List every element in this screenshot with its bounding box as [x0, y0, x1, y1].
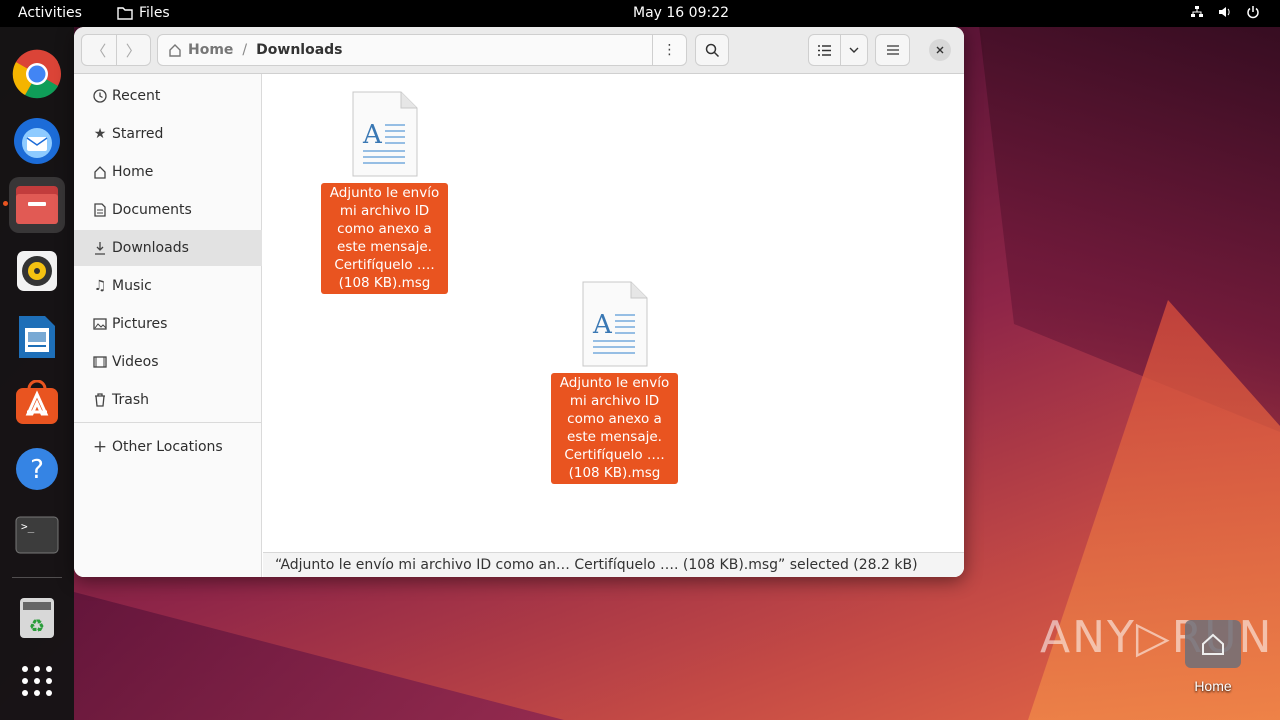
sidebar-item-trash[interactable]: Trash [74, 382, 262, 418]
search-button[interactable] [695, 34, 729, 66]
running-indicator [3, 201, 8, 206]
sidebar-item-other-locations[interactable]: + Other Locations [74, 429, 262, 465]
sidebar-item-label: Recent [112, 88, 161, 104]
sidebar-item-label: Other Locations [112, 439, 223, 455]
file-item[interactable]: A Adjunto le envío mi archivo ID como an… [551, 281, 678, 484]
main-menu-button[interactable] [875, 34, 910, 66]
app-center-icon[interactable] [9, 375, 65, 431]
sidebar-item-label: Downloads [112, 240, 189, 256]
search-icon [705, 43, 719, 57]
view-toggle[interactable] [808, 34, 868, 66]
close-icon [936, 46, 944, 54]
chrome-icon[interactable] [9, 46, 65, 102]
music-icon: ♫ [93, 278, 107, 294]
view-options-button[interactable] [841, 47, 867, 53]
sidebar-item-label: Home [112, 164, 154, 180]
desktop-home-icon[interactable]: Home [1184, 620, 1242, 694]
activities-button[interactable]: Activities [18, 5, 82, 21]
document-icon [88, 203, 112, 217]
forward-button[interactable]: 〉 [117, 35, 151, 65]
path-home-label: Home [188, 42, 234, 58]
trash-icon [88, 393, 112, 407]
app-menu[interactable]: Files [117, 5, 170, 21]
svg-text:A: A [592, 310, 613, 340]
path-menu-button[interactable]: ⋮ [652, 35, 686, 65]
libreoffice-writer-icon[interactable] [9, 309, 65, 365]
svg-text:A: A [362, 120, 383, 150]
file-name: Adjunto le envío mi archivo ID como anex… [321, 183, 448, 294]
app-menu-label: Files [139, 5, 170, 21]
sidebar-item-home[interactable]: Home [74, 154, 262, 190]
sidebar-item-downloads[interactable]: Downloads [74, 230, 262, 266]
sidebar-item-label: Documents [112, 202, 192, 218]
dock: ? >_ ♻ [0, 27, 74, 720]
dock-separator [12, 577, 62, 578]
top-bar: Activities Files May 16 09:22 [0, 0, 1280, 27]
trash-icon[interactable]: ♻ [9, 590, 65, 646]
star-icon: ★ [93, 126, 107, 142]
sidebar-item-starred[interactable]: ★ Starred [74, 116, 262, 152]
power-icon [1246, 5, 1260, 23]
path-bar[interactable]: Home / Downloads ⋮ [157, 34, 687, 66]
home-icon [88, 165, 112, 179]
files-window: 〈 〉 Home / Downloads ⋮ Recent ★ Starred … [74, 27, 964, 577]
status-bar: “Adjunto le envío mi archivo ID como an…… [263, 552, 964, 577]
video-icon [88, 356, 112, 368]
thunderbird-icon[interactable] [9, 112, 65, 168]
file-view[interactable]: A Adjunto le envío mi archivo ID como an… [263, 74, 964, 577]
folder-icon [117, 7, 133, 20]
list-view-icon [818, 44, 831, 56]
sidebar-item-label: Music [112, 278, 152, 294]
sidebar-item-label: Videos [112, 354, 159, 370]
hamburger-icon [886, 45, 899, 55]
path-current[interactable]: Downloads [256, 42, 342, 58]
path-home[interactable]: Home [168, 42, 233, 58]
sidebar-item-label: Pictures [112, 316, 168, 332]
back-button[interactable]: 〈 [82, 35, 117, 65]
path-separator: / [242, 42, 248, 58]
svg-text:>_: >_ [21, 520, 35, 533]
file-item[interactable]: A Adjunto le envío mi archivo ID como an… [321, 91, 448, 294]
sidebar-item-label: Starred [112, 126, 164, 142]
sidebar-item-videos[interactable]: Videos [74, 344, 262, 380]
home-folder-icon [1185, 620, 1241, 668]
close-button[interactable] [929, 39, 951, 61]
text-document-icon: A [581, 281, 649, 367]
rhythmbox-icon[interactable] [9, 243, 65, 299]
sidebar-item-music[interactable]: ♫ Music [74, 268, 262, 304]
sidebar-divider [74, 422, 262, 423]
sidebar-item-documents[interactable]: Documents [74, 192, 262, 228]
sidebar-item-pictures[interactable]: Pictures [74, 306, 262, 342]
terminal-icon[interactable]: >_ [9, 507, 65, 563]
picture-icon [88, 318, 112, 330]
help-icon[interactable]: ? [9, 441, 65, 497]
volume-icon [1218, 5, 1232, 23]
files-icon[interactable] [9, 177, 65, 233]
home-icon [169, 44, 181, 57]
header-bar: 〈 〉 Home / Downloads ⋮ [74, 27, 964, 74]
chevron-down-icon [849, 47, 859, 53]
clock-icon [88, 89, 112, 103]
plus-icon: + [92, 437, 108, 457]
file-name: Adjunto le envío mi archivo ID como anex… [551, 373, 678, 484]
desktop-icon-label: Home [1194, 678, 1232, 694]
sidebar: Recent ★ Starred Home Documents Download… [74, 74, 262, 577]
sidebar-item-recent[interactable]: Recent [74, 78, 262, 114]
download-icon [88, 241, 112, 255]
navigation-buttons: 〈 〉 [81, 34, 151, 66]
svg-text:?: ? [30, 455, 44, 485]
show-apps-icon[interactable] [9, 653, 65, 709]
clock[interactable]: May 16 09:22 [633, 5, 729, 21]
list-view-button[interactable] [809, 35, 841, 65]
svg-text:♻: ♻ [29, 616, 45, 637]
network-icon [1190, 5, 1204, 23]
sidebar-item-label: Trash [112, 392, 149, 408]
text-document-icon: A [351, 91, 419, 177]
system-tray[interactable] [1190, 5, 1260, 23]
